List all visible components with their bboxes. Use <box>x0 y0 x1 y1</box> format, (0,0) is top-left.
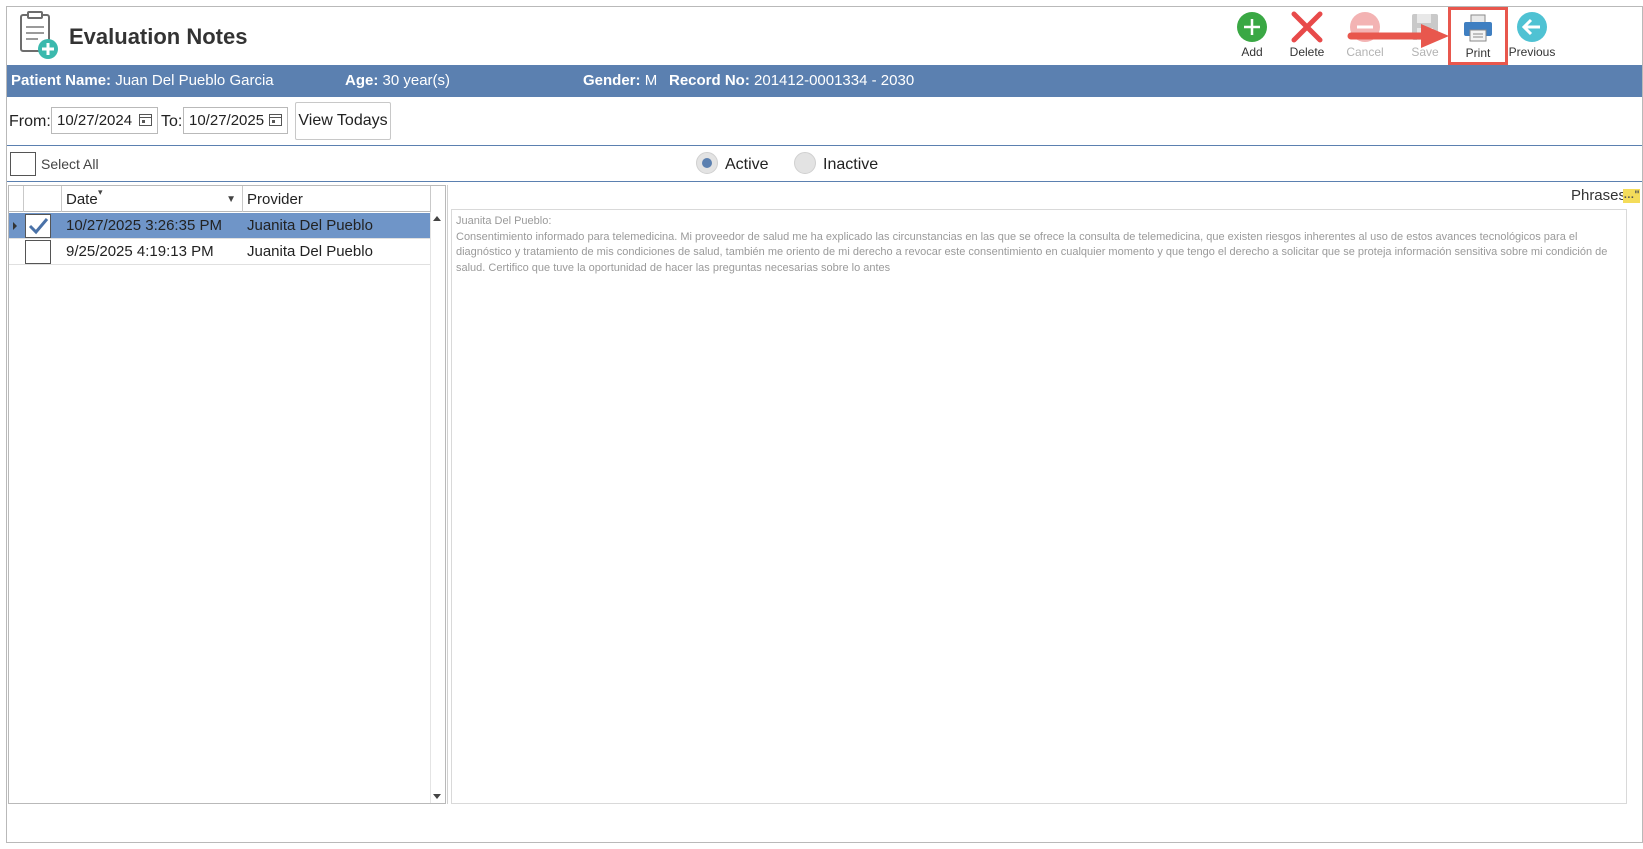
patient-age: 30 year(s) <box>382 72 451 89</box>
date-column-header[interactable]: Date ▾ ▼ <box>62 186 243 212</box>
patient-age-field: Age: 30 year(s) <box>345 72 451 89</box>
phrases-label[interactable]: Phrases <box>1571 187 1626 204</box>
filter-icon[interactable]: ▾ <box>98 178 103 206</box>
row-checkbox[interactable] <box>25 214 51 238</box>
active-label: Active <box>725 156 769 173</box>
active-radio[interactable] <box>696 152 718 174</box>
delete-button[interactable]: Delete <box>1277 11 1337 65</box>
note-author: Juanita Del Pueblo: <box>456 215 552 227</box>
row-date: 9/25/2025 4:19:13 PM <box>66 243 214 260</box>
calendar-icon[interactable] <box>139 114 152 126</box>
scroll-up-icon[interactable] <box>433 216 441 221</box>
date-filter-bar: From: 10/27/2024 To: 10/27/2025 View Tod… <box>7 97 1642 146</box>
patient-info-bar: Patient Name: Juan Del Pueblo Garcia Age… <box>7 65 1642 97</box>
to-date-input[interactable]: 10/27/2025 <box>183 107 288 134</box>
row-provider: Juanita Del Pueblo <box>247 243 373 260</box>
panel-splitter[interactable] <box>447 185 448 804</box>
add-label: Add <box>1241 45 1263 59</box>
select-all-checkbox[interactable] <box>10 152 36 176</box>
record-number: 201412-0001334 - 2030 <box>754 72 915 89</box>
record-number-field: Record No: 201412-0001334 - 2030 <box>669 72 915 89</box>
close-icon <box>1291 11 1323 43</box>
grid-header: Date ▾ ▼ Provider <box>9 186 431 212</box>
from-date-input[interactable]: 10/27/2024 <box>51 107 158 134</box>
page-title: Evaluation Notes <box>69 24 248 49</box>
inactive-label: Inactive <box>823 156 879 173</box>
selection-bar: Select All Active Inactive <box>7 146 1642 182</box>
row-indicator-header <box>9 186 24 212</box>
patient-gender: M <box>644 72 658 89</box>
row-date: 10/27/2025 3:26:35 PM <box>66 217 222 234</box>
row-checkbox[interactable] <box>25 240 51 264</box>
delete-label: Delete <box>1289 45 1325 59</box>
evaluation-notes-window: Evaluation Notes Add Delete Cancel Save … <box>6 6 1643 843</box>
checkmark-icon <box>28 218 49 235</box>
quote-icon[interactable]: …" <box>1623 189 1640 203</box>
inactive-radio[interactable] <box>794 152 816 174</box>
view-todays-button[interactable]: View Todays <box>295 102 391 140</box>
from-date-value: 10/27/2024 <box>57 112 133 129</box>
plus-circle-icon <box>1237 12 1267 42</box>
provider-column-header[interactable]: Provider <box>243 186 431 212</box>
calendar-icon[interactable] <box>269 114 282 126</box>
previous-button[interactable]: Previous <box>1502 11 1562 65</box>
print-label: Print <box>1465 46 1491 60</box>
table-row[interactable]: 10/27/2025 3:26:35 PM Juanita Del Pueblo <box>9 213 431 239</box>
check-column-header[interactable] <box>24 186 62 212</box>
provider-column-label: Provider <box>247 191 303 208</box>
print-button[interactable]: Print <box>1448 7 1508 65</box>
note-text-area[interactable]: Juanita Del Pueblo: Consentimiento infor… <box>451 209 1627 804</box>
select-all-label: Select All <box>41 156 99 172</box>
scroll-down-icon[interactable] <box>433 794 441 799</box>
from-label: From: <box>9 113 51 130</box>
clipboard-add-icon <box>17 11 63 63</box>
sort-dropdown-icon[interactable]: ▼ <box>226 186 236 214</box>
note-body: Consentimiento informado para telemedici… <box>456 230 1608 274</box>
patient-gender-field: Gender: M <box>583 72 658 89</box>
arrow-left-icon <box>1517 12 1547 42</box>
add-button[interactable]: Add <box>1222 11 1282 65</box>
grid-scrollbar[interactable] <box>430 212 445 803</box>
header: Evaluation Notes Add Delete Cancel Save … <box>7 7 1642 67</box>
previous-label: Previous <box>1508 45 1556 59</box>
current-row-indicator-icon <box>13 222 17 230</box>
to-date-value: 10/27/2025 <box>189 112 265 129</box>
to-label: To: <box>161 113 183 130</box>
annotation-arrow-icon <box>1347 24 1449 48</box>
patient-name: Juan Del Pueblo Garcia <box>115 72 274 89</box>
row-provider: Juanita Del Pueblo <box>247 217 373 234</box>
table-row[interactable]: 9/25/2025 4:19:13 PM Juanita Del Pueblo <box>9 239 431 265</box>
printer-icon <box>1464 14 1492 42</box>
notes-grid: Date ▾ ▼ Provider 10/27/2025 3:26:35 PM … <box>8 185 446 804</box>
patient-name-field: Patient Name: Juan Del Pueblo Garcia <box>11 72 274 89</box>
date-column-label: Date <box>66 191 98 208</box>
